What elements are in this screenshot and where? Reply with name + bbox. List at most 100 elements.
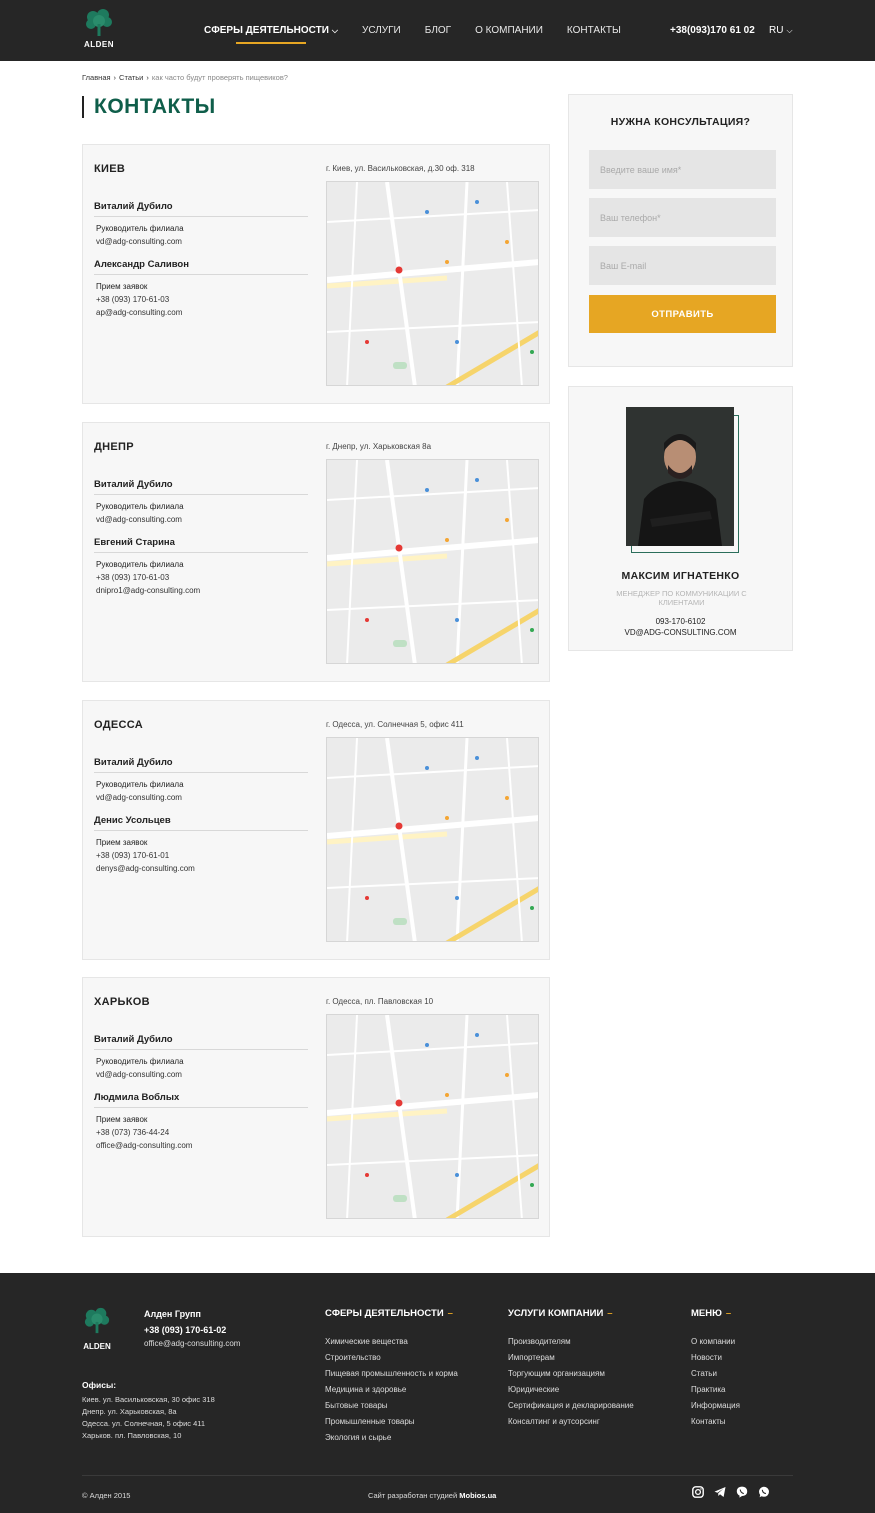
footer-email[interactable]: office@adg-consulting.com bbox=[144, 1339, 240, 1348]
footer-logo[interactable]: ALDEN bbox=[82, 1307, 112, 1351]
footer-link[interactable]: Практика bbox=[691, 1382, 740, 1398]
accent-dash-icon: – bbox=[725, 1308, 732, 1319]
form-title: НУЖНА КОНСУЛЬТАЦИЯ? bbox=[610, 116, 751, 128]
footer-column-title: СФЕРЫ ДЕЯТЕЛЬНОСТИ – bbox=[325, 1308, 458, 1319]
nav-item-contacts[interactable]: КОНТАКТЫ bbox=[567, 25, 621, 36]
viber-icon[interactable] bbox=[736, 1486, 748, 1498]
person-contact-line[interactable]: denys@adg-consulting.com bbox=[96, 864, 308, 873]
office-address: г. Одесса, ул. Солнечная 5, офис 411 bbox=[326, 720, 464, 729]
instagram-icon[interactable] bbox=[692, 1486, 704, 1498]
person-name: Денис Усольцев bbox=[94, 815, 308, 831]
office-city: ХАРЬКОВ bbox=[94, 996, 150, 1008]
footer-link[interactable]: Информация bbox=[691, 1398, 740, 1414]
language-label: RU bbox=[769, 25, 784, 36]
footer-column-title-text: УСЛУГИ КОМПАНИИ bbox=[508, 1308, 604, 1319]
name-input[interactable] bbox=[589, 150, 776, 189]
page-title: КОНТАКТЫ bbox=[82, 96, 216, 118]
manager-phone[interactable]: 093-170-6102 bbox=[569, 617, 792, 626]
footer-offices-title: Офисы: bbox=[82, 1380, 117, 1390]
office-card: ДНЕПР г. Днепр, ул. Харьковская 8а Виталий… bbox=[82, 422, 550, 682]
whatsapp-icon[interactable] bbox=[758, 1486, 770, 1498]
footer-office-line: Киев. ул. Васильковская, 30 офис 318 bbox=[82, 1395, 215, 1404]
nav-label: СФЕРЫ ДЕЯТЕЛЬНОСТИ bbox=[204, 25, 329, 36]
person-contact-line[interactable]: ap@adg-consulting.com bbox=[96, 308, 308, 317]
office-city: ДНЕПР bbox=[94, 441, 134, 453]
footer-link[interactable]: Строительство bbox=[325, 1350, 458, 1366]
person-name: Александр Саливон bbox=[94, 259, 308, 275]
language-selector[interactable]: RU ⌵ bbox=[769, 25, 793, 36]
office-address: г. Днепр, ул. Харьковская 8а bbox=[326, 442, 432, 451]
footer-column-title: МЕНЮ – bbox=[691, 1308, 740, 1319]
person-contact-line[interactable]: +38 (093) 170-61-03 bbox=[96, 573, 308, 582]
footer-link[interactable]: Медицина и здоровье bbox=[325, 1382, 458, 1398]
header-phone[interactable]: +38(093)170 61 02 bbox=[670, 25, 755, 36]
person-role: Прием заявок bbox=[96, 838, 148, 847]
breadcrumb-home[interactable]: Главная bbox=[82, 73, 111, 82]
footer-company: Алден Групп bbox=[144, 1309, 201, 1319]
map-image bbox=[327, 182, 538, 385]
person-role: Прием заявок bbox=[96, 1115, 148, 1124]
footer-column-spheres: СФЕРЫ ДЕЯТЕЛЬНОСТИ – Химические вещества … bbox=[325, 1308, 458, 1446]
footer-link[interactable]: Бытовые товары bbox=[325, 1398, 458, 1414]
submit-button[interactable]: ОТПРАВИТЬ bbox=[589, 295, 776, 333]
footer-link[interactable]: Консалтинг и аутсорсинг bbox=[508, 1414, 634, 1430]
map-image bbox=[327, 460, 538, 663]
breadcrumb-articles[interactable]: Статьи bbox=[119, 73, 143, 82]
logo[interactable]: ALDEN bbox=[82, 8, 116, 49]
footer-link[interactable]: Сертификация и декларирование bbox=[508, 1398, 634, 1414]
developer-link[interactable]: Mobios.ua bbox=[459, 1491, 496, 1500]
office-map[interactable] bbox=[326, 737, 539, 942]
breadcrumb-separator-icon: › bbox=[146, 73, 149, 82]
person-role: Руководитель филиала bbox=[96, 224, 184, 233]
person-contact-line[interactable]: +38 (093) 170-61-03 bbox=[96, 295, 308, 304]
footer-column-title: УСЛУГИ КОМПАНИИ – bbox=[508, 1308, 634, 1319]
person-contact-line[interactable]: vd@adg-consulting.com bbox=[96, 793, 308, 802]
copyright: © Алден 2015 bbox=[82, 1491, 131, 1500]
person-contact-line[interactable]: office@adg-consulting.com bbox=[96, 1141, 308, 1150]
person-contact-line[interactable]: +38 (093) 170-61-01 bbox=[96, 851, 308, 860]
footer-phone[interactable]: +38 (093) 170-61-02 bbox=[144, 1325, 226, 1335]
footer-link[interactable]: Химические вещества bbox=[325, 1334, 458, 1350]
footer-link[interactable]: Новости bbox=[691, 1350, 740, 1366]
manager-portrait-image bbox=[626, 407, 734, 546]
office-card: ХАРЬКОВ г. Одесса, пл. Павловская 10 Витал… bbox=[82, 977, 550, 1237]
footer-column-services: УСЛУГИ КОМПАНИИ – Производителям Импортер… bbox=[508, 1308, 634, 1430]
footer-divider bbox=[82, 1475, 793, 1476]
office-map[interactable] bbox=[326, 459, 539, 664]
nav-item-spheres[interactable]: СФЕРЫ ДЕЯТЕЛЬНОСТИ ⌵ bbox=[204, 25, 338, 44]
footer-link[interactable]: О компании bbox=[691, 1334, 740, 1350]
footer-link[interactable]: Производителям bbox=[508, 1334, 634, 1350]
telegram-icon[interactable] bbox=[714, 1486, 726, 1498]
person-contact-line[interactable]: vd@adg-consulting.com bbox=[96, 237, 308, 246]
email-input[interactable] bbox=[589, 246, 776, 285]
person-contact-line[interactable]: vd@adg-consulting.com bbox=[96, 1070, 308, 1079]
manager-email[interactable]: VD@ADG-CONSULTING.COM bbox=[569, 628, 792, 637]
footer-logo-text: ALDEN bbox=[83, 1342, 111, 1351]
tree-logo-icon bbox=[84, 1307, 110, 1334]
footer-link[interactable]: Импортерам bbox=[508, 1350, 634, 1366]
person-contact-line[interactable]: vd@adg-consulting.com bbox=[96, 515, 308, 524]
nav-item-about[interactable]: О КОМПАНИИ bbox=[475, 25, 543, 36]
office-city: КИЕВ bbox=[94, 163, 126, 175]
person-role: Руководитель филиала bbox=[96, 780, 184, 789]
footer-link[interactable]: Пищевая промышленность и корма bbox=[325, 1366, 458, 1382]
social-links bbox=[692, 1486, 780, 1498]
nav-item-blog[interactable]: БЛОГ bbox=[425, 25, 451, 36]
office-card: ОДЕССА г. Одесса, ул. Солнечная 5, офис 4… bbox=[82, 700, 550, 960]
main-nav: СФЕРЫ ДЕЯТЕЛЬНОСТИ ⌵ УСЛУГИ БЛОГ О КОМПАН… bbox=[204, 25, 645, 44]
footer-link[interactable]: Юридические bbox=[508, 1382, 634, 1398]
footer-link[interactable]: Промышленные товары bbox=[325, 1414, 458, 1430]
footer-link[interactable]: Статьи bbox=[691, 1366, 740, 1382]
footer-link[interactable]: Контакты bbox=[691, 1414, 740, 1430]
office-map[interactable] bbox=[326, 181, 539, 386]
person-contact-line[interactable]: +38 (073) 736-44-24 bbox=[96, 1128, 308, 1137]
phone-input[interactable] bbox=[589, 198, 776, 237]
person-name: Людмила Воблых bbox=[94, 1092, 308, 1108]
nav-item-services[interactable]: УСЛУГИ bbox=[362, 25, 401, 36]
footer-link[interactable]: Торгующим организациям bbox=[508, 1366, 634, 1382]
person-name: Виталий Дубило bbox=[94, 1034, 308, 1050]
contact-person: Виталий Дубило Руководитель филиала vd@adg… bbox=[94, 757, 308, 802]
person-contact-line[interactable]: dnipro1@adg-consulting.com bbox=[96, 586, 308, 595]
office-map[interactable] bbox=[326, 1014, 539, 1219]
footer-link[interactable]: Экология и сырье bbox=[325, 1430, 458, 1446]
